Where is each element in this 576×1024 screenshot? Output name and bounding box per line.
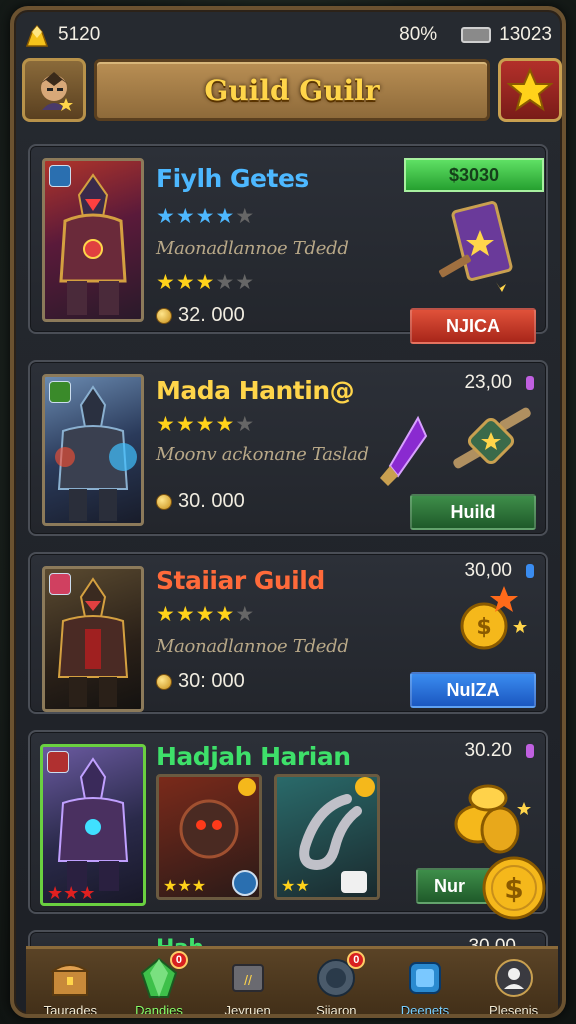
nav-label: Siiaron [316, 1003, 357, 1018]
guild-name: Staiiar Guild [156, 566, 325, 595]
amulet-icon [453, 407, 531, 469]
crystal-shard-icon [380, 415, 428, 486]
coin-icon [156, 493, 172, 510]
svg-text:$: $ [476, 615, 491, 640]
nav-item-dandies[interactable]: 0 Dandies [116, 951, 202, 1018]
currency-count: 5120 [58, 24, 101, 45]
nav-item-plesenis[interactable]: Plesenis [471, 957, 557, 1018]
notification-badge: 0 [347, 951, 366, 969]
guild-rating: ★★★★★ [156, 413, 256, 436]
status-bar: 5120 80% 13023 [24, 14, 552, 56]
spellbook-icon [439, 201, 513, 292]
guild-action-button[interactable]: NuIZA [410, 672, 536, 708]
guild-subtitle: Maonadlannoe Tdedd [156, 636, 349, 657]
member-card[interactable]: ★★★ [156, 774, 262, 900]
guild-coins-value: 30. 000 [178, 490, 245, 512]
guild-price: 23,00 [464, 372, 534, 394]
class-badge-icon [49, 381, 71, 403]
guild-card[interactable]: ★★★ Hadjah Harian 30.20 ★★★ ★★ Nur [28, 730, 548, 914]
guild-price: 30.20 [464, 740, 534, 762]
guild-subtitle: Moonv ackonane Taslad [156, 444, 369, 465]
guild-card[interactable]: Staiiar Guild ★★★★★ Maonadlannoe Tdedd 3… [28, 552, 548, 714]
scroll-icon: // [231, 964, 264, 992]
guild-coins: 32. 000 [156, 304, 245, 327]
guild-name: Mada Hantin@ [156, 376, 355, 405]
notification-badge: 0 [169, 951, 188, 969]
crystal-icon [408, 962, 441, 994]
gold-pile-icon [25, 24, 49, 47]
guild-portrait [42, 158, 144, 322]
chest-icon [50, 964, 91, 996]
gem-count: 13023 [499, 24, 552, 45]
battery-icon [461, 27, 492, 43]
guild-header: Guild Guilr [22, 56, 562, 124]
class-badge-icon [49, 573, 71, 595]
profile-icon [494, 959, 533, 997]
guild-rating: ★★★★★ [156, 205, 256, 228]
svg-text:$: $ [504, 872, 523, 905]
guild-card[interactable]: Fiylh Getes ★★★★★ Maonadlannoe Tdedd ★★★… [28, 144, 548, 344]
guild-coins-value: 32. 000 [178, 304, 245, 326]
star-icon[interactable] [498, 58, 562, 122]
nav-item-taurades[interactable]: Taurades [27, 957, 113, 1018]
guild-portrait [42, 374, 144, 526]
nav-label: Jeyruen [224, 1003, 271, 1018]
guild-subtitle: Maonadlannoe Tdedd [156, 238, 349, 259]
guild-name: Hadjah Harian [156, 742, 351, 771]
gold-coins-icon [454, 784, 531, 854]
svg-text:★★★: ★★★ [163, 878, 206, 895]
guild-price-value: 30.20 [464, 740, 512, 761]
member-card[interactable]: ★★ [274, 774, 380, 900]
coin-icon [156, 307, 172, 324]
gem-icon [526, 376, 534, 390]
guild-action-button[interactable]: NJICA [410, 308, 536, 344]
nav-item-siiaron[interactable]: 0 Siiaron [293, 951, 379, 1018]
page-title-text: Guild Guilr [204, 73, 380, 107]
nav-label: Plesenis [489, 1003, 539, 1018]
guild-coins: 30: 000 [156, 670, 245, 693]
guild-price-value: 30,00 [464, 560, 512, 581]
page-title: Guild Guilr [94, 59, 490, 121]
bottom-nav: Taurades 0 Dandies // Jeyruen 0 Siiaron [26, 946, 558, 1018]
svg-text://: // [244, 972, 252, 988]
nav-item-deenets[interactable]: Deenets [382, 957, 468, 1018]
guild-rating: ★★★★★ [156, 603, 256, 626]
svg-text:★★★: ★★★ [47, 883, 95, 903]
game-frame: 5120 80% 13023 Guild Guilr Fiylh Getes ★… [10, 6, 566, 1018]
nav-label: Deenets [400, 1003, 450, 1018]
class-badge-icon [47, 751, 69, 773]
guild-coins-value: 30: 000 [178, 670, 245, 692]
guild-price-value: 23,00 [464, 372, 512, 393]
nav-label: Taurades [43, 1003, 98, 1018]
guild-price: 30,00 [464, 560, 534, 582]
guild-name: Fiylh Getes [156, 164, 309, 193]
hero-avatar-icon[interactable] [22, 58, 86, 122]
nav-label: Dandies [135, 1003, 183, 1018]
guild-action-button[interactable]: Huild [410, 494, 536, 530]
gold-coins-icon: $ [460, 586, 527, 650]
nav-item-jeyruen[interactable]: // Jeyruen [205, 957, 291, 1018]
guild-coins: 30. 000 [156, 490, 245, 513]
class-badge-icon [49, 165, 71, 187]
price-button[interactable]: $3030 [404, 158, 544, 192]
battery-percent: 80% [399, 24, 438, 45]
floating-coin-icon: $ [482, 856, 546, 920]
gem-icon [526, 744, 534, 758]
guild-portrait [42, 566, 144, 712]
gem-icon [526, 564, 534, 578]
guild-rating-secondary: ★★★★★ [156, 271, 256, 294]
coin-icon [156, 673, 172, 690]
guild-portrait: ★★★ [40, 744, 146, 906]
svg-text:★★: ★★ [281, 878, 310, 895]
guild-card[interactable]: Mada Hantin@ ★★★★★ Moonv ackonane Taslad… [28, 360, 548, 536]
